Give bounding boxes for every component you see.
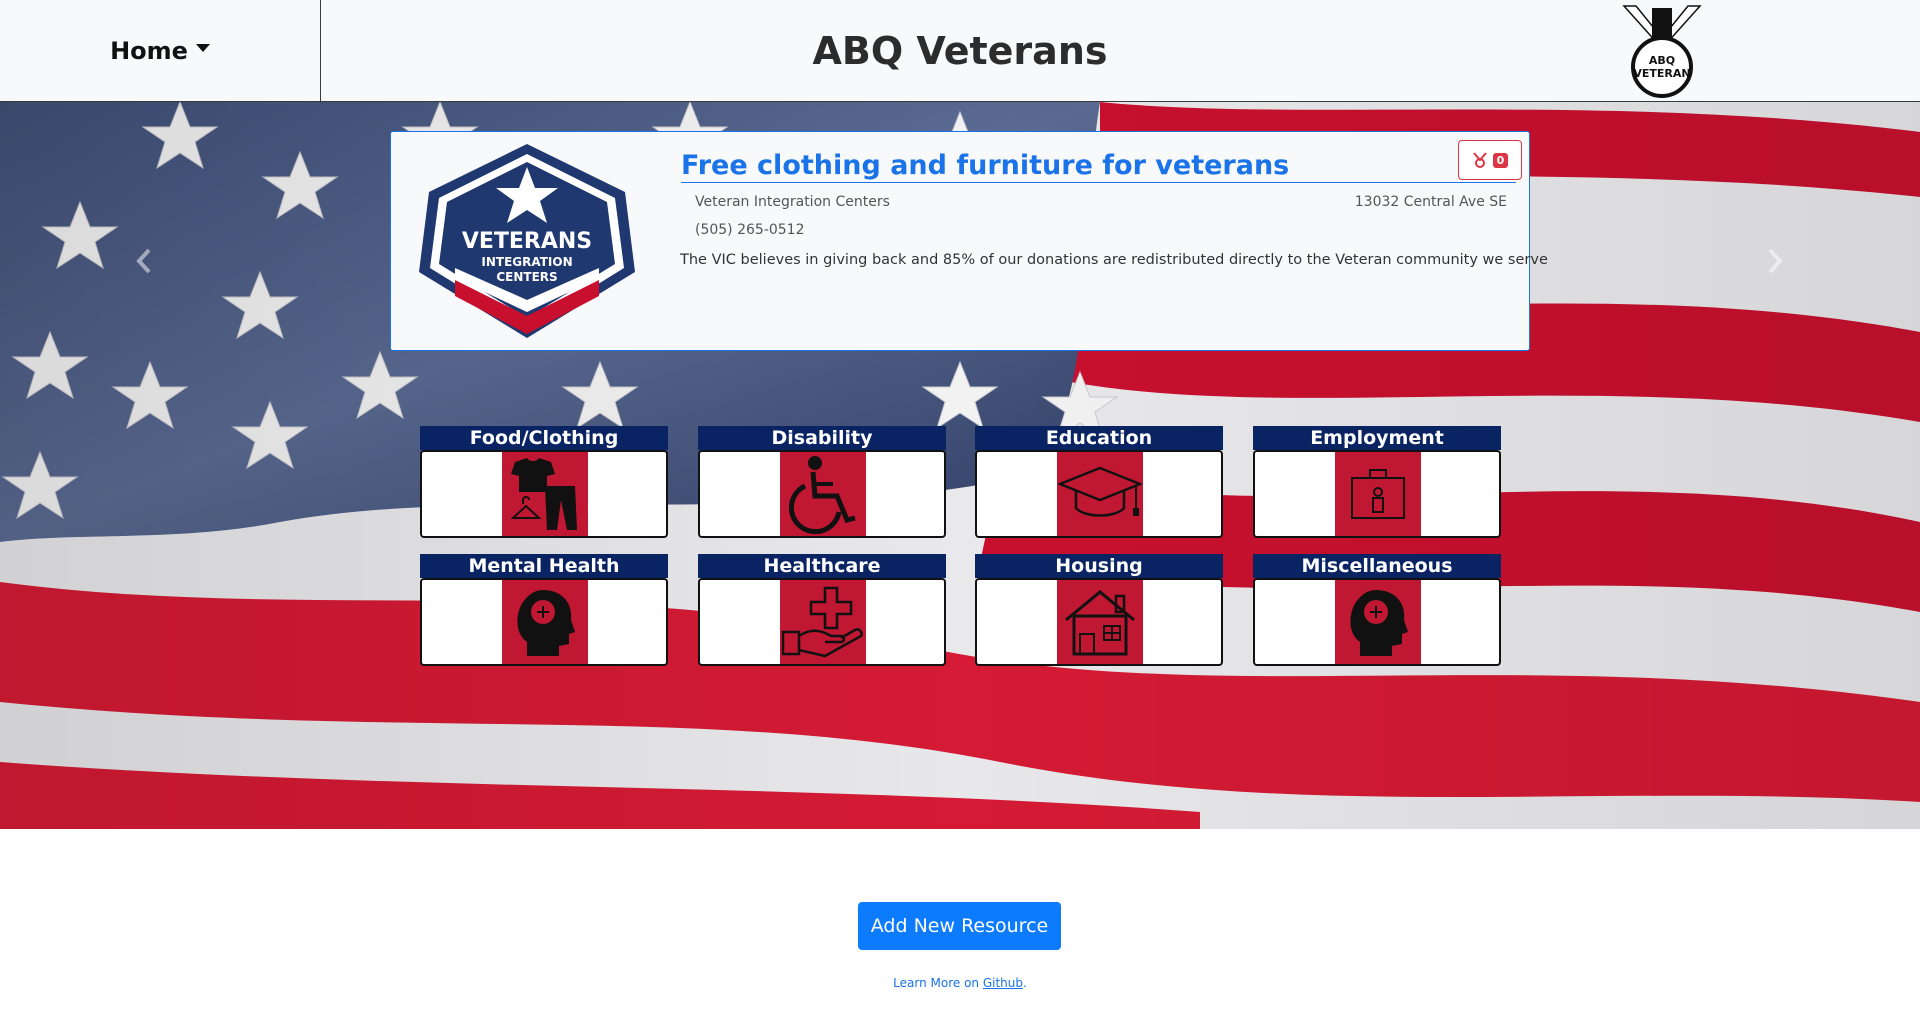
veterans-integration-centers-logo: VETERANS INTEGRATION CENTERS [419, 144, 635, 338]
logo-text-centers: CENTERS [496, 270, 557, 284]
medal-icon [1472, 152, 1487, 168]
category-healthcare[interactable]: Healthcare [698, 554, 946, 671]
category-icon-box [698, 578, 946, 666]
category-miscellaneous[interactable]: Miscellaneous [1253, 554, 1501, 671]
home-dropdown[interactable]: Home [0, 0, 321, 102]
category-icon-box [420, 450, 668, 538]
chevron-down-icon [195, 44, 210, 52]
site-title: ABQ Veterans [812, 29, 1108, 73]
mind-head-icon [517, 590, 575, 656]
logo-text-veterans: VETERANS [462, 229, 592, 254]
logo-text-abq: ABQ [1649, 54, 1675, 67]
category-icon-box [975, 578, 1223, 666]
resource-phone: (505) 265-0512 [695, 222, 805, 238]
category-label: Disability [698, 426, 946, 450]
category-label: Miscellaneous [1253, 554, 1501, 578]
medical-hand-icon [781, 586, 863, 658]
abq-veteran-medal-logo[interactable]: ABQ VETERAN [1622, 4, 1702, 98]
favorite-button[interactable]: 0 [1458, 140, 1522, 180]
hero-flag-banner: VETERANS INTEGRATION CENTERS Free clothi… [0, 102, 1920, 829]
category-icon-box [1253, 450, 1501, 538]
category-icon-box [698, 450, 946, 538]
logo-text-veteran: VETERAN [1633, 67, 1690, 80]
resource-title-link[interactable]: Free clothing and furniture for veterans [681, 150, 1289, 181]
category-food-clothing[interactable]: Food/Clothing [420, 426, 668, 543]
category-icon-box [975, 450, 1223, 538]
category-label: Housing [975, 554, 1223, 578]
category-disability[interactable]: Disability [698, 426, 946, 543]
logo-text-integration: INTEGRATION [481, 255, 572, 269]
github-link[interactable]: Github [983, 976, 1023, 990]
learn-more-text: Learn More on Github. [0, 976, 1920, 990]
wheelchair-icon [788, 456, 856, 534]
favorite-count-badge: 0 [1492, 152, 1509, 168]
category-mental-health[interactable]: Mental Health [420, 554, 668, 671]
graduation-cap-icon [1058, 466, 1142, 517]
category-employment[interactable]: Employment [1253, 426, 1501, 543]
employee-badge-icon [1351, 469, 1405, 519]
category-icon-box [420, 578, 668, 666]
category-label: Employment [1253, 426, 1501, 450]
house-icon [1065, 590, 1135, 656]
carousel-prev-icon[interactable] [132, 246, 156, 276]
navbar: Home ABQ Veterans ABQ VETERAN [0, 0, 1920, 102]
add-new-resource-button[interactable]: Add New Resource [858, 902, 1061, 950]
carousel-next-icon[interactable] [1763, 246, 1787, 276]
category-education[interactable]: Education [975, 426, 1223, 543]
featured-resource-card[interactable]: VETERANS INTEGRATION CENTERS Free clothi… [390, 131, 1548, 351]
title-divider [681, 182, 1516, 183]
home-dropdown-label: Home [110, 37, 188, 65]
category-housing[interactable]: Housing [975, 554, 1223, 671]
resource-description: The VIC believes in giving back and 85% … [680, 252, 1548, 268]
clothing-icon [510, 458, 577, 530]
resource-organization: Veteran Integration Centers [695, 194, 890, 210]
learn-more-prefix: Learn More on [893, 976, 983, 990]
category-label: Healthcare [698, 554, 946, 578]
resource-address: 13032 Central Ave SE [1354, 194, 1507, 210]
mind-head-icon [1350, 590, 1408, 656]
category-icon-box [1253, 578, 1501, 666]
category-label: Education [975, 426, 1223, 450]
category-label: Food/Clothing [420, 426, 668, 450]
learn-more-suffix: . [1023, 976, 1027, 990]
category-label: Mental Health [420, 554, 668, 578]
